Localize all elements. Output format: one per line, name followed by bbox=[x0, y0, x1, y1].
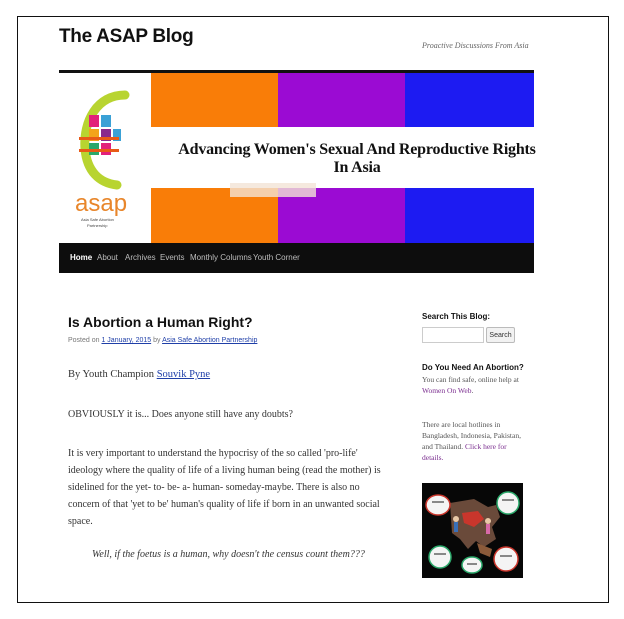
svg-text:asap: asap bbox=[75, 190, 127, 217]
svg-text:Asia Safe Abortion: Asia Safe Abortion bbox=[81, 217, 114, 222]
header-banner[interactable]: Advancing Women's Sexual And Reproductiv… bbox=[59, 73, 536, 243]
site-title[interactable]: The ASAP Blog bbox=[59, 26, 194, 48]
banner-headline: Advancing Women's Sexual And Reproductiv… bbox=[178, 141, 536, 176]
site-tagline: Proactive Discussions From Asia bbox=[422, 41, 529, 50]
post-date-link[interactable]: 1 January, 2015 bbox=[101, 337, 151, 344]
abortion-help-heading: Do You Need An Abortion? bbox=[422, 363, 524, 372]
svg-text:Partnership: Partnership bbox=[87, 223, 108, 228]
post-meta: Posted on 1 January, 2015 by Asia Safe A… bbox=[68, 337, 257, 344]
banner-block-blue-bottom bbox=[405, 188, 534, 243]
byline-author-link[interactable]: Souvik Pyne bbox=[157, 369, 210, 380]
abortion-help-end: . bbox=[471, 386, 474, 395]
search-button[interactable]: Search bbox=[486, 327, 515, 343]
search-input[interactable] bbox=[422, 327, 484, 343]
nav-item-archives[interactable]: Archives bbox=[125, 253, 156, 262]
abortion-help-text: You can find safe, online help at Women … bbox=[422, 374, 527, 396]
nav-item-about[interactable]: About bbox=[97, 253, 118, 262]
post-byline: By Youth Champion Souvik Pyne bbox=[68, 366, 388, 383]
post-paragraph-2: It is very important to understand the h… bbox=[68, 448, 381, 527]
asap-logo: asap Asia Safe Abortion Partnership bbox=[75, 90, 130, 228]
nav-item-events[interactable]: Events bbox=[160, 253, 184, 262]
post-quote: Well, if the foetus is a human, why does… bbox=[92, 549, 365, 560]
meta-prefix: Posted on bbox=[68, 337, 102, 344]
post-author-link[interactable]: Asia Safe Abortion Partnership bbox=[162, 337, 257, 344]
post-title[interactable]: Is Abortion a Human Right? bbox=[68, 314, 253, 330]
hotlines-infographic[interactable] bbox=[422, 483, 523, 578]
hotline-text: There are local hotlines in Bangladesh, … bbox=[422, 419, 527, 463]
nav-item-youth-corner[interactable]: Youth Corner bbox=[253, 253, 300, 262]
banner-block-blue-top bbox=[405, 73, 534, 127]
banner-watermark bbox=[230, 183, 316, 197]
nav-item-home[interactable]: Home bbox=[70, 253, 92, 262]
meta-by: by bbox=[151, 337, 163, 344]
nav-item-monthly-columns[interactable]: Monthly Columns bbox=[190, 253, 252, 262]
banner-block-orange-top bbox=[151, 73, 278, 127]
abortion-help-sentence: You can find safe, online help at bbox=[422, 375, 519, 384]
main-navigation: Home About Archives Events Monthly Colum… bbox=[59, 243, 534, 273]
map-illustration bbox=[425, 491, 520, 574]
women-on-web-link[interactable]: Women On Web bbox=[422, 386, 471, 395]
byline-prefix: By Youth Champion bbox=[68, 369, 157, 380]
post-paragraph-1: OBVIOUSLY it is... Does anyone still hav… bbox=[68, 409, 293, 420]
blog-page: The ASAP Blog Proactive Discussions From… bbox=[34, 17, 554, 588]
search-heading: Search This Blog: bbox=[422, 312, 491, 321]
banner-block-purple-top bbox=[278, 73, 405, 127]
